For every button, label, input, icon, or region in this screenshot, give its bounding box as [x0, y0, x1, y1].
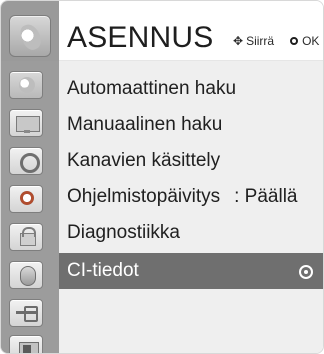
menu-item-value: : Päällä [234, 186, 298, 207]
menu-item-label: Automaattinen haku [67, 78, 237, 99]
menu-item-label: CI-tiedot [67, 260, 139, 281]
ok-hint: OK [290, 34, 319, 48]
menu-list: Automaattinen haku Manuaalinen haku Kana… [59, 71, 323, 289]
menu-item-label: Kanavien käsittely [67, 150, 221, 171]
menu-item-diagnostics[interactable]: Diagnostiikka [59, 215, 323, 251]
menu-header: ASENNUS ✥ Siirrä OK [59, 1, 323, 61]
menu-item-label: Diagnostiikka [67, 222, 180, 243]
move-arrows-icon: ✥ [233, 34, 244, 48]
ok-hint-label: OK [302, 34, 320, 48]
setup-icon[interactable] [9, 71, 43, 99]
tv-menu-window: ASENNUS ✥ Siirrä OK Automaattinen haku M… [0, 0, 324, 354]
move-hint-label: Siirrä [246, 34, 275, 48]
audio-icon[interactable] [9, 147, 43, 175]
ok-button-icon [290, 37, 299, 45]
move-hint: ✥ Siirrä [233, 34, 274, 48]
setup-icon [9, 15, 51, 57]
menu-item-automatic-search[interactable]: Automaattinen haku [59, 71, 323, 107]
menu-content: Automaattinen haku Manuaalinen haku Kana… [59, 61, 323, 353]
lock-icon[interactable] [9, 223, 43, 251]
menu-item-manual-search[interactable]: Manuaalinen haku [59, 107, 323, 143]
option-icon[interactable] [9, 261, 43, 289]
sidebar-categories [1, 61, 59, 353]
navigation-hints: ✥ Siirrä OK [233, 34, 319, 48]
time-icon[interactable] [9, 185, 43, 213]
menu-item-label: Ohjelmistopäivitys [67, 186, 221, 207]
usb-icon[interactable] [9, 335, 43, 353]
ok-select-icon [299, 265, 313, 279]
menu-item-ci-info[interactable]: CI-tiedot [59, 253, 323, 289]
picture-icon[interactable] [9, 109, 43, 137]
menu-title: ASENNUS [67, 21, 214, 54]
menu-item-software-update[interactable]: Ohjelmistopäivitys : Päällä [59, 179, 323, 215]
input-icon[interactable] [9, 299, 43, 327]
menu-item-label: Manuaalinen haku [67, 114, 223, 135]
menu-item-channel-edit[interactable]: Kanavien käsittely [59, 143, 323, 179]
